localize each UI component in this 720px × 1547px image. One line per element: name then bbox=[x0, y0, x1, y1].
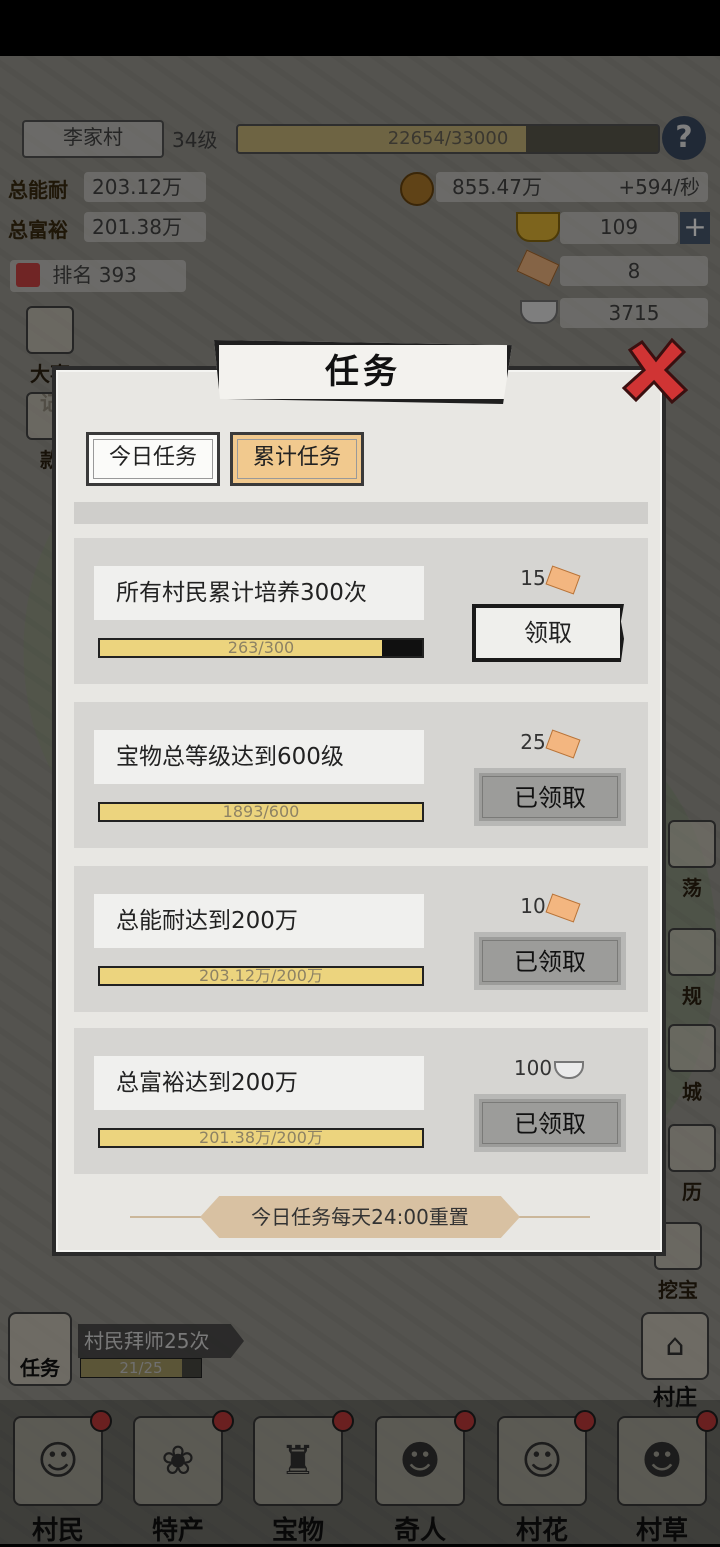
task-label: 所有村民累计培养300次 bbox=[94, 566, 424, 620]
tab-daily-tasks[interactable]: 今日任务 bbox=[86, 432, 220, 486]
close-icon bbox=[621, 337, 689, 405]
modal-title: 任务 bbox=[214, 340, 512, 404]
silver-ingot-icon bbox=[554, 1060, 585, 1079]
task-progress-text: 1893/600 bbox=[222, 802, 300, 821]
task-reward: 25 bbox=[474, 728, 624, 759]
close-button[interactable] bbox=[620, 336, 690, 406]
claimed-button-label: 已领取 bbox=[514, 1110, 586, 1138]
tab-cumulative-tasks[interactable]: 累计任务 bbox=[230, 432, 364, 486]
reset-note: 今日任务每天24:00重置 bbox=[200, 1196, 520, 1238]
task-progress: 203.12万/200万 bbox=[98, 966, 424, 986]
claimed-button: 已领取 bbox=[474, 768, 626, 826]
task-card: 所有村民累计培养300次 263/300 15 领取 bbox=[74, 538, 648, 684]
task-progress-text: 203.12万/200万 bbox=[199, 966, 323, 985]
task-reward-amount: 10 bbox=[520, 894, 546, 918]
task-reward-amount: 15 bbox=[520, 566, 546, 590]
task-progress: 263/300 bbox=[98, 638, 424, 658]
task-reward: 10 bbox=[474, 892, 624, 923]
task-card: 总能耐达到200万 203.12万/200万 10 已领取 bbox=[74, 866, 648, 1012]
claimed-button-label: 已领取 bbox=[514, 948, 586, 976]
ticket-icon bbox=[545, 892, 581, 923]
claim-button[interactable]: 领取 bbox=[472, 604, 624, 662]
tab-cumulative-tasks-label: 累计任务 bbox=[252, 445, 341, 470]
task-label: 总富裕达到200万 bbox=[94, 1056, 424, 1110]
task-reward-amount: 25 bbox=[520, 730, 546, 754]
task-reward-amount: 100 bbox=[513, 1056, 553, 1080]
task-card: 宝物总等级达到600级 1893/600 25 已领取 bbox=[74, 702, 648, 848]
ticket-icon bbox=[545, 728, 581, 759]
task-progress: 1893/600 bbox=[98, 802, 424, 822]
task-progress-text: 201.38万/200万 bbox=[199, 1128, 323, 1147]
task-label: 总能耐达到200万 bbox=[94, 894, 424, 948]
task-card: 总富裕达到200万 201.38万/200万 100 已领取 bbox=[74, 1028, 648, 1174]
task-reward: 100 bbox=[474, 1056, 624, 1080]
task-progress-text: 263/300 bbox=[227, 638, 295, 657]
list-header-strip bbox=[74, 502, 648, 524]
footer-divider-right bbox=[510, 1216, 590, 1218]
task-label: 宝物总等级达到600级 bbox=[94, 730, 424, 784]
task-progress: 201.38万/200万 bbox=[98, 1128, 424, 1148]
claimed-button-label: 已领取 bbox=[514, 784, 586, 812]
task-reward: 15 bbox=[474, 564, 624, 595]
footer-divider-left bbox=[130, 1216, 210, 1218]
ticket-icon bbox=[545, 564, 581, 595]
tab-daily-tasks-label: 今日任务 bbox=[108, 445, 197, 470]
claimed-button: 已领取 bbox=[474, 1094, 626, 1152]
claimed-button: 已领取 bbox=[474, 932, 626, 990]
